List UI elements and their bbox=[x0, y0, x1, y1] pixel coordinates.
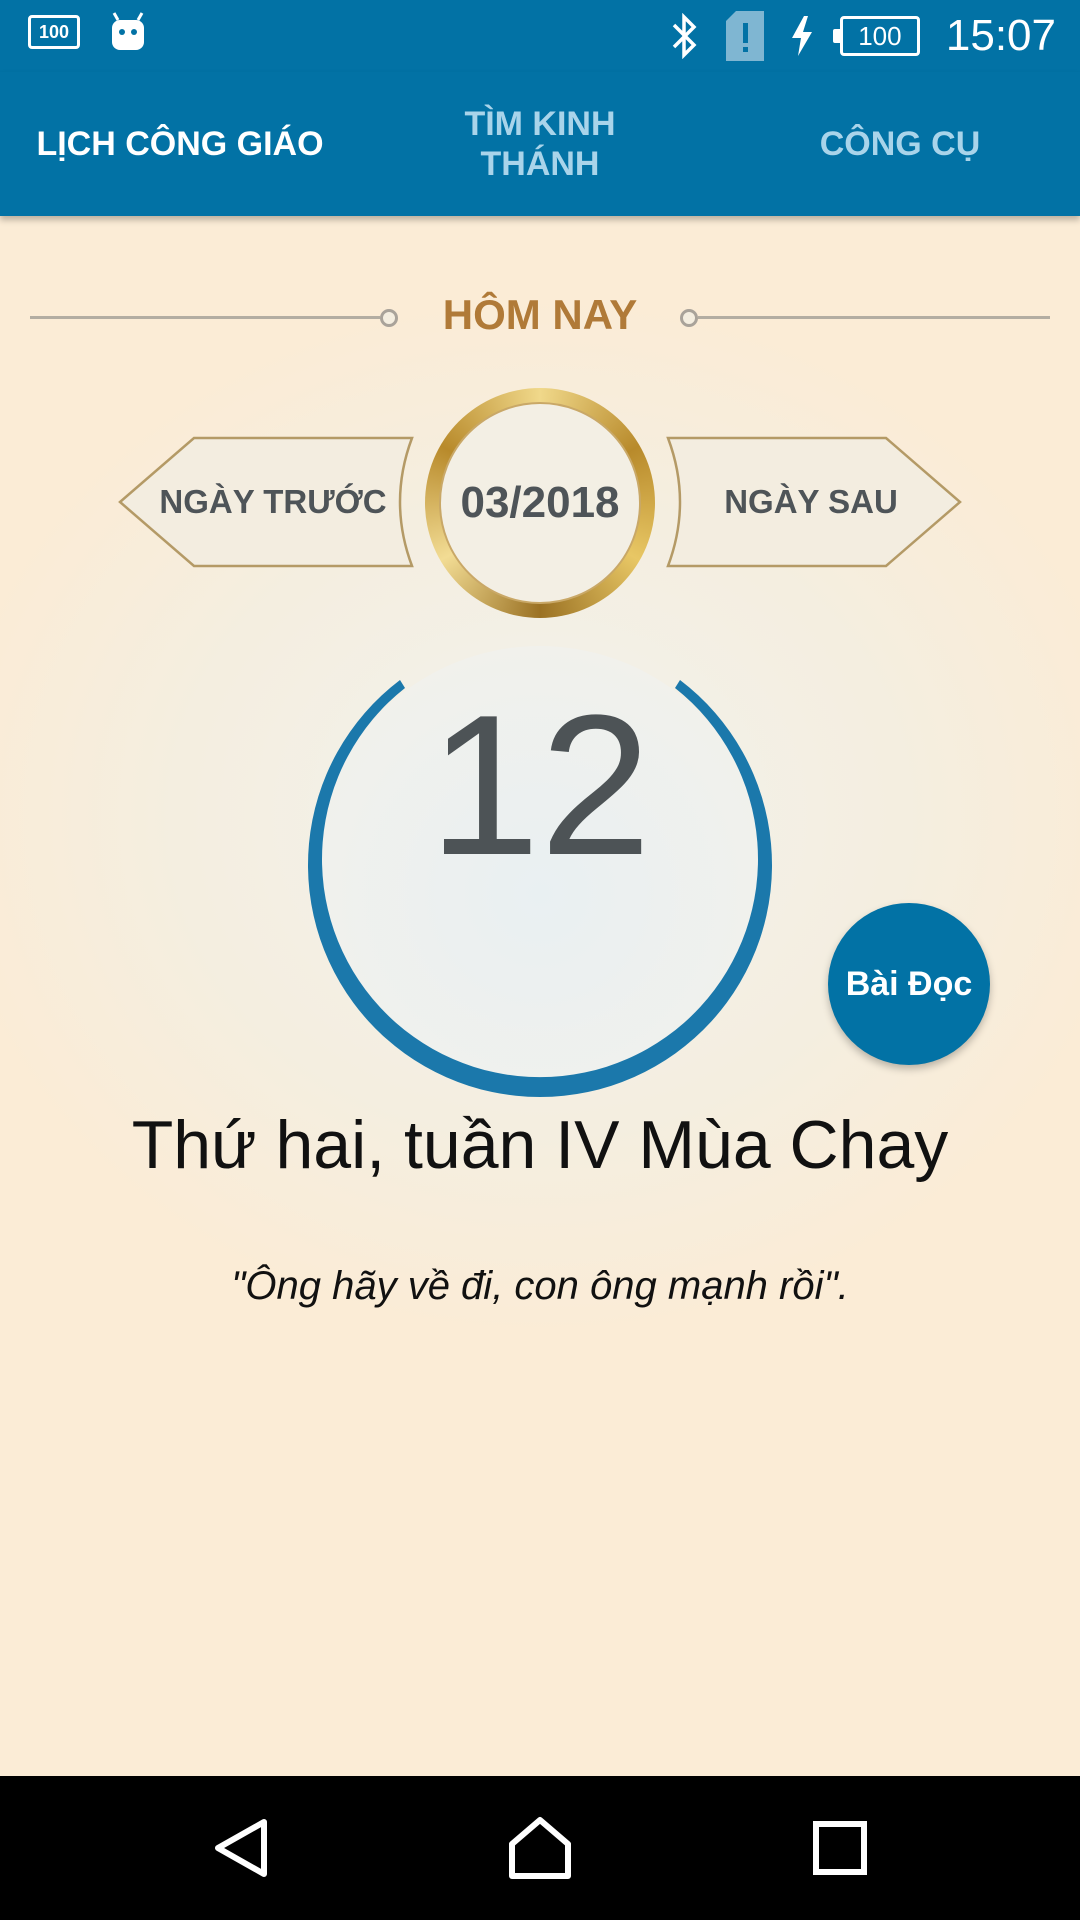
previous-day-label: NGÀY TRƯỚC bbox=[159, 483, 387, 520]
clock: 15:07 bbox=[945, 11, 1056, 60]
tab-search-bible[interactable]: TÌM KINH THÁNH bbox=[420, 72, 660, 216]
day-number: 12 bbox=[428, 674, 652, 897]
gospel-quote: "Ông hãy về đi, con ông mạnh rồi". bbox=[231, 1264, 849, 1308]
navigation-bar bbox=[0, 1776, 1080, 1920]
recents-button[interactable] bbox=[760, 1776, 920, 1920]
next-day-label: NGÀY SAU bbox=[724, 483, 898, 520]
battery-level: 100 bbox=[858, 20, 902, 51]
charging-icon bbox=[791, 16, 812, 56]
recents-icon bbox=[813, 1821, 867, 1875]
calendar-content: HÔM NAY NGÀY TRƯỚC NGÀY SAU 03/2018 12 B… bbox=[0, 216, 1080, 1776]
tab-tools[interactable]: CÔNG CỤ bbox=[720, 72, 1080, 216]
divider-right bbox=[698, 316, 1050, 319]
battery-icon: 100 bbox=[832, 16, 920, 56]
status-bar: 100 100 15:07 bbox=[0, 0, 1080, 72]
android-icon bbox=[112, 12, 144, 50]
readings-button[interactable]: Bài Đọc bbox=[828, 903, 990, 1065]
liturgical-day-title: Thứ hai, tuần IV Mùa Chay bbox=[131, 1107, 949, 1183]
sim-alert-icon bbox=[725, 11, 764, 61]
home-button[interactable] bbox=[460, 1776, 620, 1920]
app-bar: LỊCH CÔNG GIÁO TÌM KINH THÁNH CÔNG CỤ bbox=[0, 72, 1080, 216]
previous-day-button[interactable]: NGÀY TRƯỚC bbox=[118, 436, 414, 568]
month-year-label: 03/2018 bbox=[460, 478, 620, 527]
back-button[interactable] bbox=[162, 1776, 322, 1920]
tab-catholic-calendar[interactable]: LỊCH CÔNG GIÁO bbox=[0, 72, 360, 216]
home-icon bbox=[509, 1817, 571, 1879]
divider-left bbox=[30, 316, 380, 319]
badge-100-icon: 100 bbox=[28, 15, 80, 49]
divider-dot-right bbox=[680, 309, 698, 327]
month-year-picker[interactable]: 03/2018 bbox=[425, 388, 655, 618]
back-icon bbox=[215, 1819, 267, 1877]
today-button[interactable]: HÔM NAY bbox=[390, 291, 690, 339]
next-day-button[interactable]: NGÀY SAU bbox=[666, 436, 962, 568]
bluetooth-icon bbox=[672, 13, 697, 59]
